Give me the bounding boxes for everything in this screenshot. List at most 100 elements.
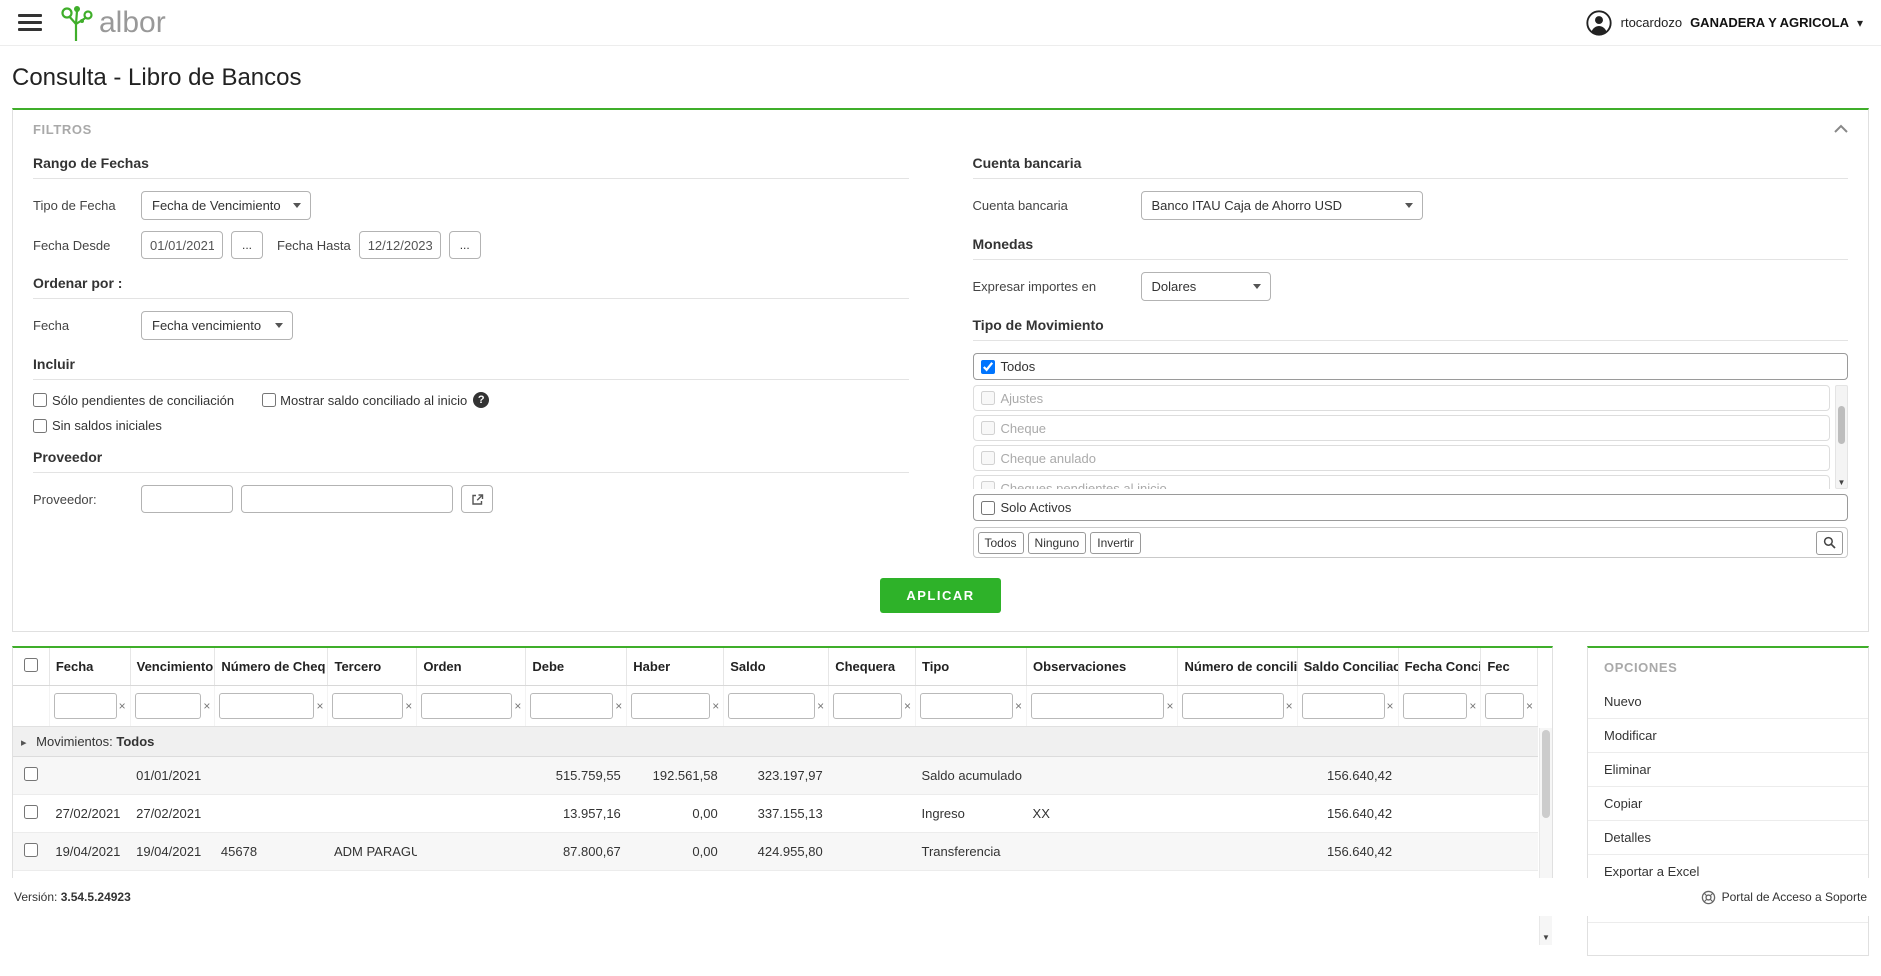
filter-input-12[interactable]	[1301, 693, 1385, 719]
option-item-modificar[interactable]: Modificar	[1588, 719, 1868, 753]
user-menu[interactable]: rtocardozo GANADERA Y AGRICOLA ▾	[1585, 9, 1863, 37]
movement-list-scrollbar[interactable]: ▼	[1835, 385, 1848, 489]
group-caret-icon[interactable]: ▸	[21, 737, 27, 749]
sin-saldos-checkbox-label[interactable]: Sin saldos iniciales	[33, 418, 162, 433]
filter-input-1[interactable]	[134, 693, 202, 719]
filter-clear-icon[interactable]: ×	[514, 699, 521, 713]
filter-input-11[interactable]	[1182, 693, 1284, 719]
albor-logo[interactable]: albor	[60, 3, 166, 43]
column-header-14[interactable]: Fec	[1480, 648, 1538, 686]
filter-input-8[interactable]	[833, 693, 902, 719]
filter-input-3[interactable]	[332, 693, 404, 719]
filter-input-0[interactable]	[53, 693, 117, 719]
filter-clear-icon[interactable]: ×	[405, 699, 412, 713]
option-item-eliminar[interactable]: Eliminar	[1588, 753, 1868, 787]
filter-input-2[interactable]	[219, 693, 315, 719]
column-header-6[interactable]: Haber	[626, 648, 725, 686]
filter-clear-icon[interactable]: ×	[1166, 699, 1173, 713]
table-group-row[interactable]: ▸ Movimientos: Todos	[13, 726, 1538, 757]
column-header-9[interactable]: Tipo	[915, 648, 1028, 686]
filter-input-5[interactable]	[530, 693, 614, 719]
movement-type-checkbox[interactable]	[980, 391, 995, 405]
mostrar-saldo-checkbox-label[interactable]: Mostrar saldo conciliado al inicio ?	[262, 392, 490, 408]
help-icon[interactable]: ?	[473, 392, 490, 408]
row-checkbox[interactable]	[24, 767, 39, 781]
proveedor-lookup-button[interactable]	[461, 485, 493, 513]
row-checkbox[interactable]	[24, 843, 39, 857]
movement-type-option[interactable]: Cheques pendientes al inicio	[972, 475, 1830, 489]
filter-input-13[interactable]	[1402, 693, 1468, 719]
table-row[interactable]: 01/01/2021 515.759,55 192.561,58 323.197,97…	[13, 756, 1538, 795]
option-item-detalles[interactable]: Detalles	[1588, 821, 1868, 855]
fecha-desde-input[interactable]	[141, 231, 223, 259]
filter-clear-icon[interactable]: ×	[615, 699, 622, 713]
column-header-0[interactable]: Fecha	[49, 648, 131, 686]
filter-input-10[interactable]	[1031, 693, 1165, 719]
filter-clear-icon[interactable]: ×	[1015, 699, 1022, 713]
filter-clear-icon[interactable]: ×	[119, 699, 126, 713]
movement-type-option[interactable]: Ajustes	[972, 385, 1830, 411]
column-header-13[interactable]: Fecha Concil	[1398, 648, 1482, 686]
table-scrollbar-down-arrow-icon[interactable]: ▼	[1540, 933, 1552, 942]
fecha-hasta-input[interactable]	[358, 231, 441, 259]
filter-clear-icon[interactable]: ×	[712, 699, 719, 713]
table-row[interactable]: 19/04/202119/04/202145678ADM PARAGUA87.8…	[13, 832, 1538, 871]
scrollbar-down-arrow-icon[interactable]: ▼	[1836, 478, 1847, 487]
movement-type-checkbox[interactable]	[980, 481, 995, 489]
tipo-fecha-select[interactable]: Fecha de Vencimiento	[141, 191, 311, 220]
filter-clear-icon[interactable]: ×	[904, 699, 911, 713]
movement-list-scrollbar-thumb[interactable]	[1838, 406, 1845, 444]
option-item-nuevo[interactable]: Nuevo	[1588, 685, 1868, 719]
row-checkbox[interactable]	[24, 805, 39, 819]
filter-clear-icon[interactable]: ×	[203, 699, 210, 713]
moneda-select[interactable]: Dolares	[1140, 272, 1271, 301]
column-header-2[interactable]: Número de Cheq	[214, 648, 329, 686]
filter-clear-icon[interactable]: ×	[1387, 699, 1394, 713]
collapse-filters-icon[interactable]	[1834, 124, 1848, 133]
cuenta-bancaria-select[interactable]: Banco ITAU Caja de Ahorro USD	[1140, 191, 1423, 220]
select-invertir-button[interactable]: Invertir	[1090, 531, 1141, 554]
filter-input-9[interactable]	[920, 693, 1014, 719]
sin-saldos-checkbox[interactable]	[33, 418, 47, 433]
column-header-11[interactable]: Número de conciliaci	[1177, 648, 1298, 686]
movement-type-todos-checkbox[interactable]	[980, 359, 995, 374]
column-header-7[interactable]: Saldo	[723, 648, 830, 686]
select-all-checkbox[interactable]	[23, 658, 38, 672]
select-ninguno-button[interactable]: Ninguno	[1027, 531, 1087, 554]
solo-pendientes-checkbox-label[interactable]: Sólo pendientes de conciliación	[33, 393, 234, 408]
filter-clear-icon[interactable]: ×	[316, 699, 323, 713]
column-header-1[interactable]: Vencimiento	[130, 648, 216, 686]
filter-input-14[interactable]	[1485, 693, 1524, 719]
fecha-desde-calendar-button[interactable]: ...	[231, 231, 263, 259]
column-header-3[interactable]: Tercero	[327, 648, 418, 686]
movement-type-todos[interactable]: Todos	[972, 353, 1848, 380]
ordenar-fecha-select[interactable]: Fecha vencimiento	[141, 311, 293, 340]
column-header-10[interactable]: Observaciones	[1026, 648, 1179, 686]
column-header-12[interactable]: Saldo Conciliació	[1297, 648, 1399, 686]
option-item-copiar[interactable]: Copiar	[1588, 787, 1868, 821]
column-header-5[interactable]: Debe	[525, 648, 628, 686]
filter-clear-icon[interactable]: ×	[1526, 699, 1533, 713]
fecha-hasta-calendar-button[interactable]: ...	[448, 231, 481, 259]
menu-icon[interactable]	[18, 10, 42, 35]
proveedor-name-input[interactable]	[241, 485, 453, 513]
movement-type-option[interactable]: Cheque anulado	[972, 445, 1830, 471]
filter-input-7[interactable]	[728, 693, 816, 719]
mostrar-saldo-checkbox[interactable]	[262, 393, 277, 407]
solo-pendientes-checkbox[interactable]	[33, 393, 47, 407]
column-header-4[interactable]: Orden	[416, 648, 527, 686]
filter-input-4[interactable]	[421, 693, 513, 719]
solo-activos-row[interactable]: Solo Activos	[972, 494, 1848, 521]
table-row[interactable]: 27/02/2021 27/02/2021 13.957,16 0,00 337.155…	[13, 794, 1538, 833]
support-link[interactable]: Portal de Acceso a Soporte	[1701, 890, 1867, 905]
table-scrollbar-thumb[interactable]	[1542, 730, 1550, 818]
movement-type-option[interactable]: Cheque	[972, 415, 1830, 441]
movement-type-checkbox[interactable]	[980, 421, 995, 435]
solo-activos-checkbox[interactable]	[980, 500, 995, 515]
filter-clear-icon[interactable]: ×	[1286, 699, 1293, 713]
filter-clear-icon[interactable]: ×	[817, 699, 824, 713]
column-header-8[interactable]: Chequera	[828, 648, 916, 686]
proveedor-code-input[interactable]	[141, 485, 233, 513]
apply-button[interactable]: APLICAR	[880, 578, 1001, 613]
filter-input-6[interactable]	[631, 693, 711, 719]
